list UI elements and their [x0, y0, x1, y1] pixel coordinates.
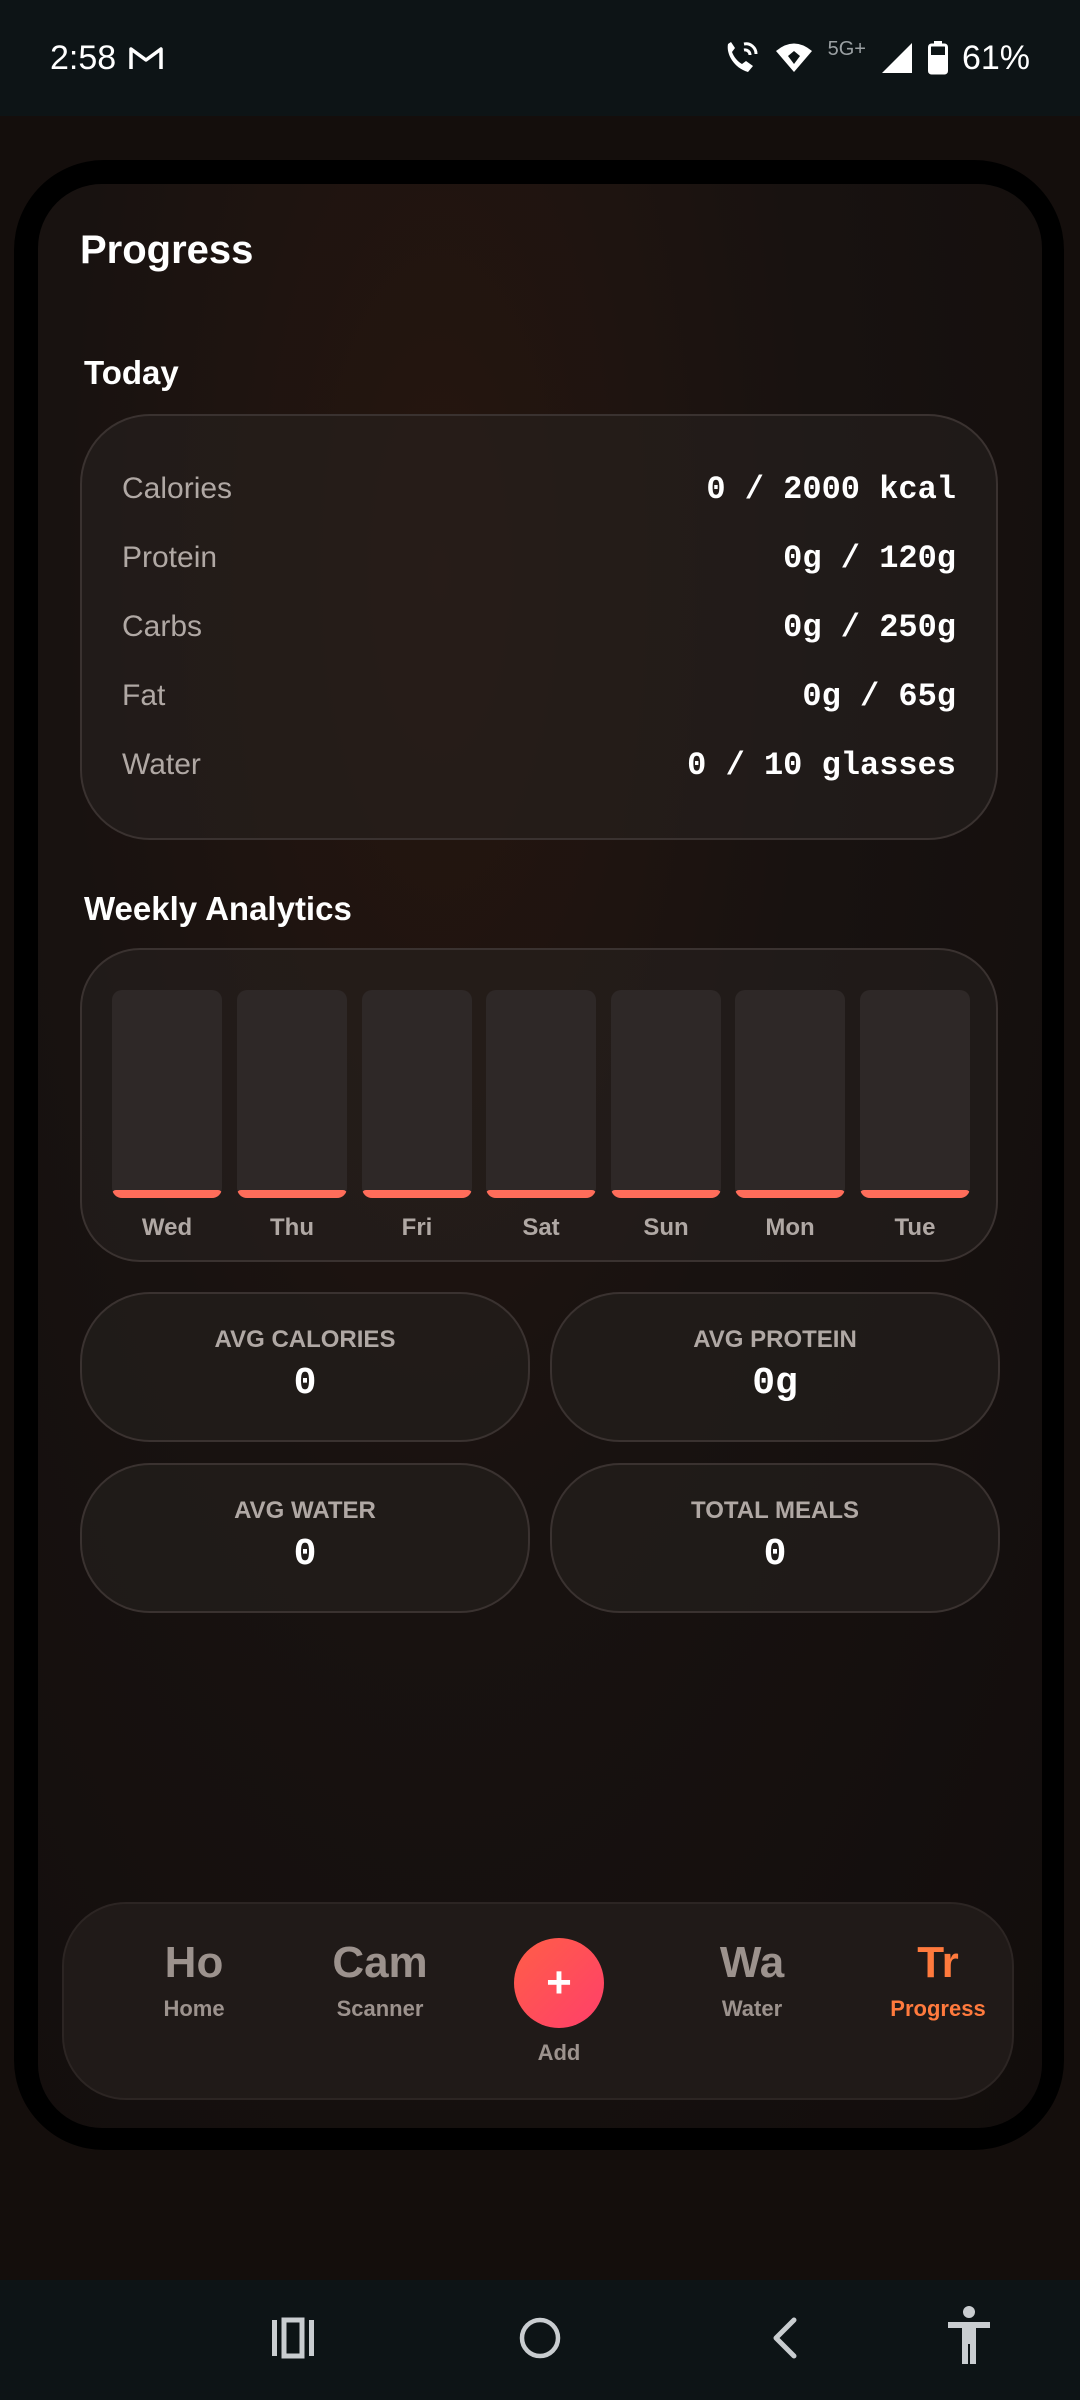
weekly-analytics-heading: Weekly Analytics [84, 890, 352, 927]
stat-row-carbs: Carbs 0g / 250g [122, 602, 956, 652]
bar-label: Fri [401, 1214, 433, 1241]
nav-item-home[interactable]: Ho Home [104, 1938, 284, 2022]
avg-value: 0 [763, 1533, 787, 1576]
bar-label: Sun [643, 1214, 689, 1241]
avg-protein-card: AVG PROTEIN 0g [550, 1292, 1000, 1442]
stat-row-calories: Calories 0 / 2000 kcal [122, 464, 956, 514]
bar-column-mon: Mon [735, 990, 845, 1242]
avg-label: AVG PROTEIN [693, 1326, 857, 1353]
stat-value: 0g / 65g [802, 677, 956, 715]
status-left: 2:58 [50, 39, 164, 78]
avg-value: 0g [752, 1362, 798, 1405]
stat-row-water: Water 0 / 10 glasses [122, 740, 956, 790]
camera-icon: Cam [332, 1938, 428, 1987]
signal-icon [881, 43, 912, 73]
progress-icon: Tr [917, 1938, 959, 1987]
stat-row-fat: Fat 0g / 65g [122, 671, 956, 721]
stat-value: 0g / 120g [783, 539, 956, 577]
today-heading: Today [84, 354, 179, 391]
bar-track [362, 990, 472, 1198]
weekly-chart-card: Wed Thu Fri Sat Sun Mon Tue [80, 948, 998, 1262]
bar-label: Wed [141, 1214, 193, 1241]
accessibility-icon[interactable] [944, 2304, 994, 2368]
bar-track [860, 990, 970, 1198]
avg-label: AVG WATER [234, 1497, 376, 1524]
bar-label: Mon [765, 1214, 815, 1241]
page-title: Progress [80, 228, 254, 272]
bar-label: Sat [522, 1214, 560, 1241]
avg-value: 0 [293, 1362, 317, 1405]
bar-fill [362, 1190, 472, 1198]
bar-column-tue: Tue [860, 990, 970, 1242]
today-summary-card: Calories 0 / 2000 kcal Protein 0g / 120g… [80, 414, 998, 840]
nav-item-scanner[interactable]: Cam Scanner [290, 1938, 470, 2022]
bar-label: Tue [894, 1214, 936, 1241]
back-icon[interactable] [764, 2310, 804, 2366]
bottom-nav: Ho Home Cam Scanner + Add Wa Water Tr Pr… [62, 1902, 1014, 2100]
bar-track [735, 990, 845, 1198]
nav-label: Home [163, 1996, 225, 2021]
bar-track [486, 990, 596, 1198]
water-icon: Wa [719, 1938, 785, 1987]
home-icon: Ho [164, 1938, 224, 1987]
add-label: Add [537, 2040, 581, 2065]
nav-label: Scanner [336, 1996, 424, 2021]
stat-label: Water [122, 748, 201, 781]
avg-label: AVG CALORIES [214, 1326, 396, 1353]
avg-label: TOTAL MEALS [691, 1497, 859, 1524]
avg-water-card: AVG WATER 0 [80, 1463, 530, 1613]
stat-value: 0 / 2000 kcal [706, 470, 956, 508]
bar-column-thu: Thu [237, 990, 347, 1242]
battery-percent: 61% [961, 38, 1030, 77]
nav-label: Progress [890, 1996, 986, 2021]
network-type: 5G+ [827, 37, 866, 60]
stat-row-protein: Protein 0g / 120g [122, 533, 956, 583]
stat-label: Fat [122, 679, 166, 712]
bar-fill [112, 1190, 222, 1198]
bar-track [237, 990, 347, 1198]
status-bar: 2:58 5G+ 61% [0, 0, 1080, 116]
wifi-calling-icon [727, 42, 758, 72]
avg-calories-card: AVG CALORIES 0 [80, 1292, 530, 1442]
stat-label: Protein [122, 541, 218, 574]
status-time: 2:58 [50, 38, 117, 77]
bar-column-sat: Sat [486, 990, 596, 1242]
bar-track [112, 990, 222, 1198]
recent-apps-icon[interactable] [270, 2310, 316, 2366]
bar-fill [486, 1190, 596, 1198]
stat-value: 0 / 10 glasses [687, 746, 956, 784]
gmail-icon [129, 47, 163, 69]
bar-fill [611, 1190, 721, 1198]
stat-label: Carbs [122, 610, 203, 643]
bar-fill [735, 1190, 845, 1198]
nav-label: Water [721, 1996, 783, 2021]
total-meals-card: TOTAL MEALS 0 [550, 1463, 1000, 1613]
wifi-icon [775, 43, 812, 72]
bar-column-fri: Fri [362, 990, 472, 1242]
avg-value: 0 [293, 1533, 317, 1576]
status-right: 5G+ 61% [722, 37, 1030, 78]
home-circle-icon[interactable] [516, 2310, 564, 2366]
bar-fill [860, 1190, 970, 1198]
nav-item-water[interactable]: Wa Water [662, 1938, 842, 2022]
app-screen: Progress Today Calories 0 / 2000 kcal Pr… [38, 184, 1042, 2128]
stat-value: 0g / 250g [783, 608, 956, 646]
bar-column-sun: Sun [611, 990, 721, 1242]
system-nav-bar [0, 2280, 1080, 2400]
bar-track [611, 990, 721, 1198]
nav-item-progress[interactable]: Tr Progress [848, 1938, 1028, 2022]
bar-fill [237, 1190, 347, 1198]
add-button[interactable]: + [514, 1938, 604, 2028]
bar-label: Thu [270, 1214, 314, 1241]
stat-label: Calories [122, 472, 233, 505]
bar-column-wed: Wed [112, 990, 222, 1242]
battery-icon [927, 41, 948, 75]
